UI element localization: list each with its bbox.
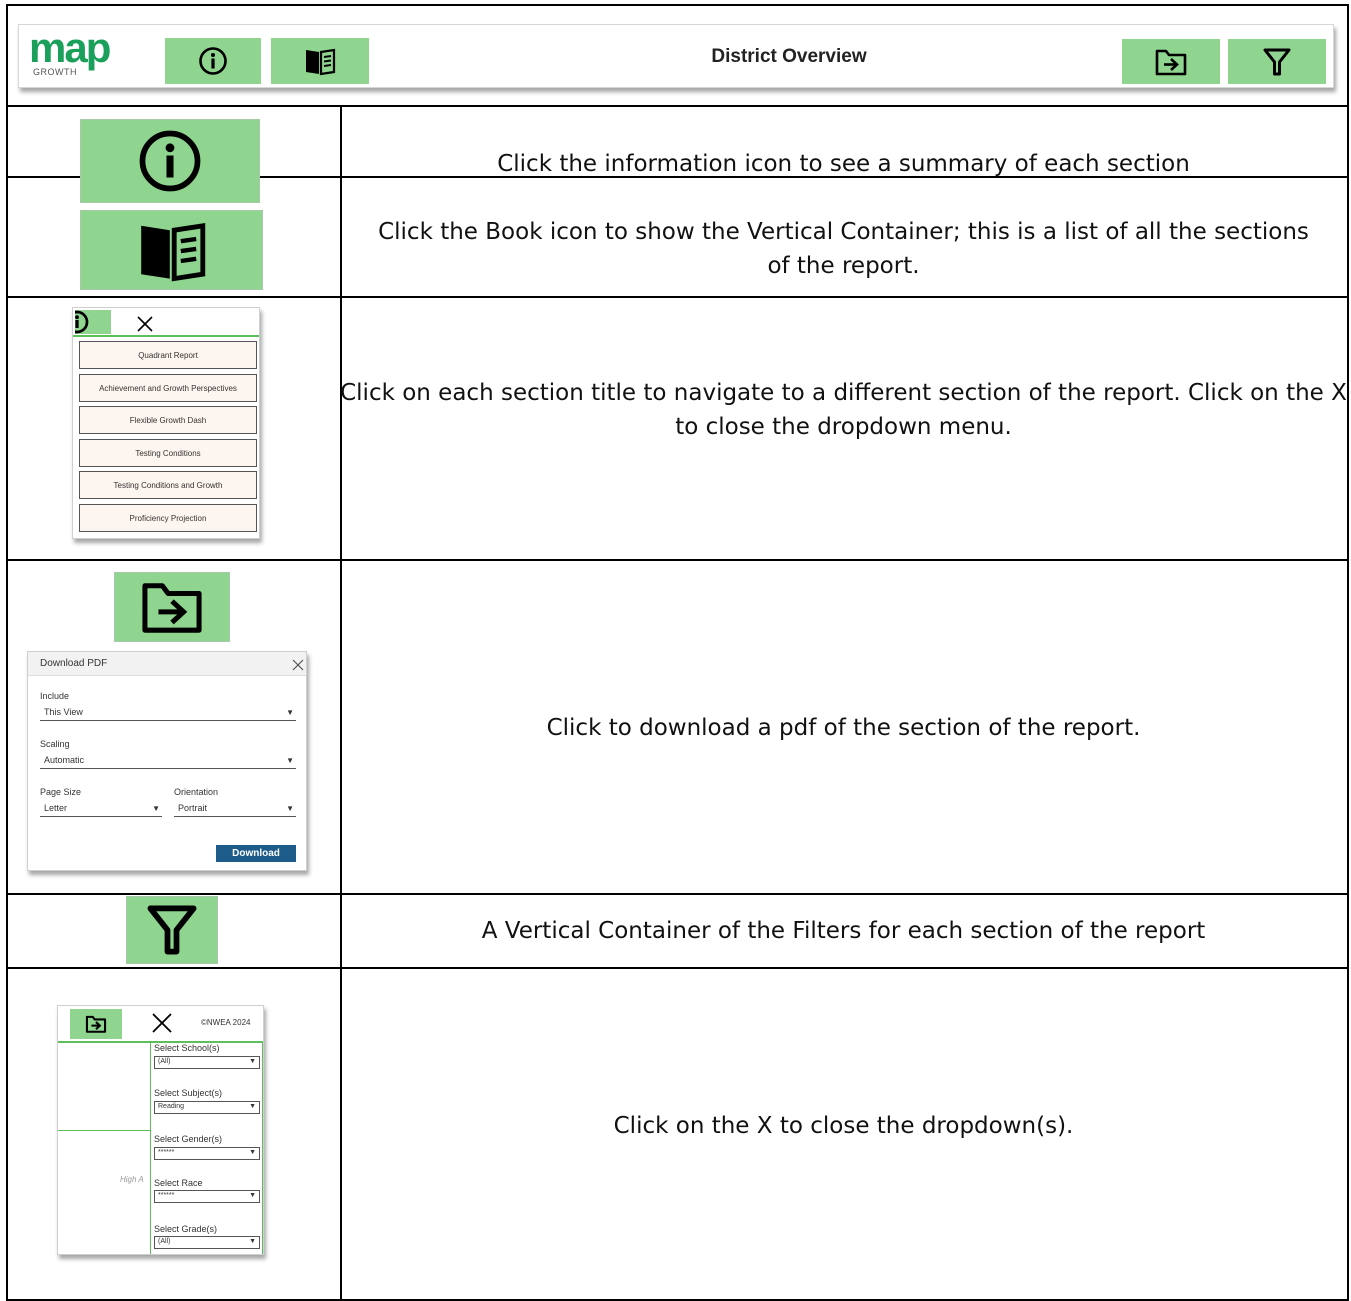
book-button[interactable] [271, 38, 369, 84]
subject-value: Reading [158, 1103, 185, 1110]
book-description: Click the Book icon to show the Vertical… [378, 219, 1309, 279]
chevron-down-icon: ▼ [249, 1192, 256, 1199]
book-icon [140, 222, 205, 282]
menu-item-testing-conditions-growth[interactable]: Testing Conditions and Growth [79, 471, 257, 499]
download-button[interactable] [70, 1009, 122, 1039]
orientation-label: Orientation [174, 787, 219, 797]
book-icon [306, 48, 336, 76]
info-icon [199, 47, 227, 75]
row-divider [8, 559, 1347, 561]
download-button[interactable] [1122, 39, 1220, 84]
race-dropdown[interactable]: ****** ▼ [154, 1190, 260, 1203]
chevron-down-icon: ▼ [249, 1238, 256, 1245]
divider [58, 1130, 150, 1131]
copyright-text: ©NWEA 2024 [201, 1018, 251, 1027]
scaling-value: Automatic [44, 755, 85, 765]
include-label: Include [40, 691, 70, 701]
info-icon [75, 310, 89, 334]
row-divider [8, 893, 1347, 895]
background-label: High A [120, 1175, 144, 1184]
menu-item-flexible-growth-dash[interactable]: Flexible Growth Dash [79, 406, 257, 434]
filter-button[interactable] [1228, 39, 1326, 84]
row-divider [8, 105, 1347, 107]
filter-icon-sample [126, 896, 218, 964]
info-button[interactable] [165, 38, 261, 84]
menu-item-proficiency-projection[interactable]: Proficiency Projection [79, 504, 257, 532]
school-value: (All) [158, 1058, 171, 1065]
orientation-select[interactable]: Portrait ▼ [174, 803, 296, 817]
scaling-select[interactable]: Automatic ▼ [40, 755, 296, 769]
orientation-value: Portrait [178, 803, 208, 813]
toolbar: map GROWTH District Overview [18, 24, 1334, 88]
info-button[interactable] [75, 310, 111, 334]
info-icon-sample [80, 119, 260, 203]
download-pdf-dialog: Download PDF Include This View ▼ Scaling… [27, 651, 307, 871]
close-icon[interactable] [135, 314, 155, 334]
close-icon[interactable] [150, 1011, 174, 1035]
help-page: map GROWTH District Overview Click the i… [0, 0, 1351, 1301]
grade-dropdown[interactable]: (All) ▼ [154, 1236, 260, 1249]
chevron-down-icon: ▼ [152, 804, 160, 813]
menu-item-achievement-growth[interactable]: Achievement and Growth Perspectives [79, 374, 257, 402]
include-value: This View [44, 707, 83, 717]
filter-icon [1263, 48, 1291, 75]
folder-arrow-icon [85, 1015, 107, 1033]
scaling-label: Scaling [40, 739, 70, 749]
filter-label-race: Select Race [154, 1178, 203, 1188]
row-divider [8, 967, 1347, 969]
filter-label-grade: Select Grade(s) [154, 1224, 218, 1234]
chevron-down-icon: ▼ [286, 708, 294, 717]
page-size-select[interactable]: Letter ▼ [40, 803, 162, 817]
chevron-down-icon: ▼ [286, 804, 294, 813]
subject-dropdown[interactable]: Reading ▼ [154, 1101, 260, 1114]
page-size-label: Page Size [40, 787, 82, 797]
download-pdf-button[interactable]: Download [216, 845, 296, 862]
include-select[interactable]: This View ▼ [40, 707, 296, 721]
gender-dropdown[interactable]: ****** ▼ [154, 1147, 260, 1160]
section-menu: Quadrant Report Achievement and Growth P… [72, 307, 260, 539]
filter-label-school: Select School(s) [154, 1043, 220, 1053]
race-value: ****** [158, 1192, 175, 1199]
close-icon[interactable] [292, 659, 304, 671]
filter-label-gender: Select Gender(s) [154, 1134, 223, 1144]
accent-divider [73, 335, 259, 337]
page-size-value: Letter [44, 803, 68, 813]
filter-icon [147, 905, 197, 955]
page-title: District Overview [711, 46, 867, 67]
menu-item-quadrant-report[interactable]: Quadrant Report [79, 341, 257, 369]
chevron-down-icon: ▼ [249, 1149, 256, 1156]
download-icon-sample [114, 572, 230, 642]
chevron-down-icon: ▼ [249, 1058, 256, 1065]
download-description: Click to download a pdf of the section o… [546, 715, 1141, 741]
dialog-title: Download PDF [40, 658, 108, 669]
logo-text: map [29, 24, 111, 71]
map-growth-logo: map GROWTH [29, 24, 159, 85]
info-icon [139, 130, 201, 192]
filter-description: A Vertical Container of the Filters for … [481, 918, 1206, 944]
chevron-down-icon: ▼ [286, 756, 294, 765]
filter-label-subject: Select Subject(s) [154, 1088, 223, 1098]
info-description: Click the information icon to see a summ… [497, 151, 1190, 177]
gender-value: ****** [158, 1149, 175, 1156]
school-dropdown[interactable]: (All) ▼ [154, 1056, 260, 1069]
chevron-down-icon: ▼ [249, 1103, 256, 1110]
folder-arrow-icon [1155, 49, 1187, 75]
row-divider [8, 296, 1347, 298]
filter-panel-description: Click on the X to close the dropdown(s). [613, 1113, 1074, 1139]
menu-item-testing-conditions[interactable]: Testing Conditions [79, 439, 257, 467]
folder-arrow-icon [142, 583, 202, 633]
section-menu-description: Click on each section title to navigate … [340, 380, 1347, 440]
filter-panel: ©NWEA 2024 High A Select School(s) (All)… [57, 1005, 264, 1255]
grade-value: (All) [158, 1238, 171, 1245]
book-icon-sample [80, 210, 263, 290]
